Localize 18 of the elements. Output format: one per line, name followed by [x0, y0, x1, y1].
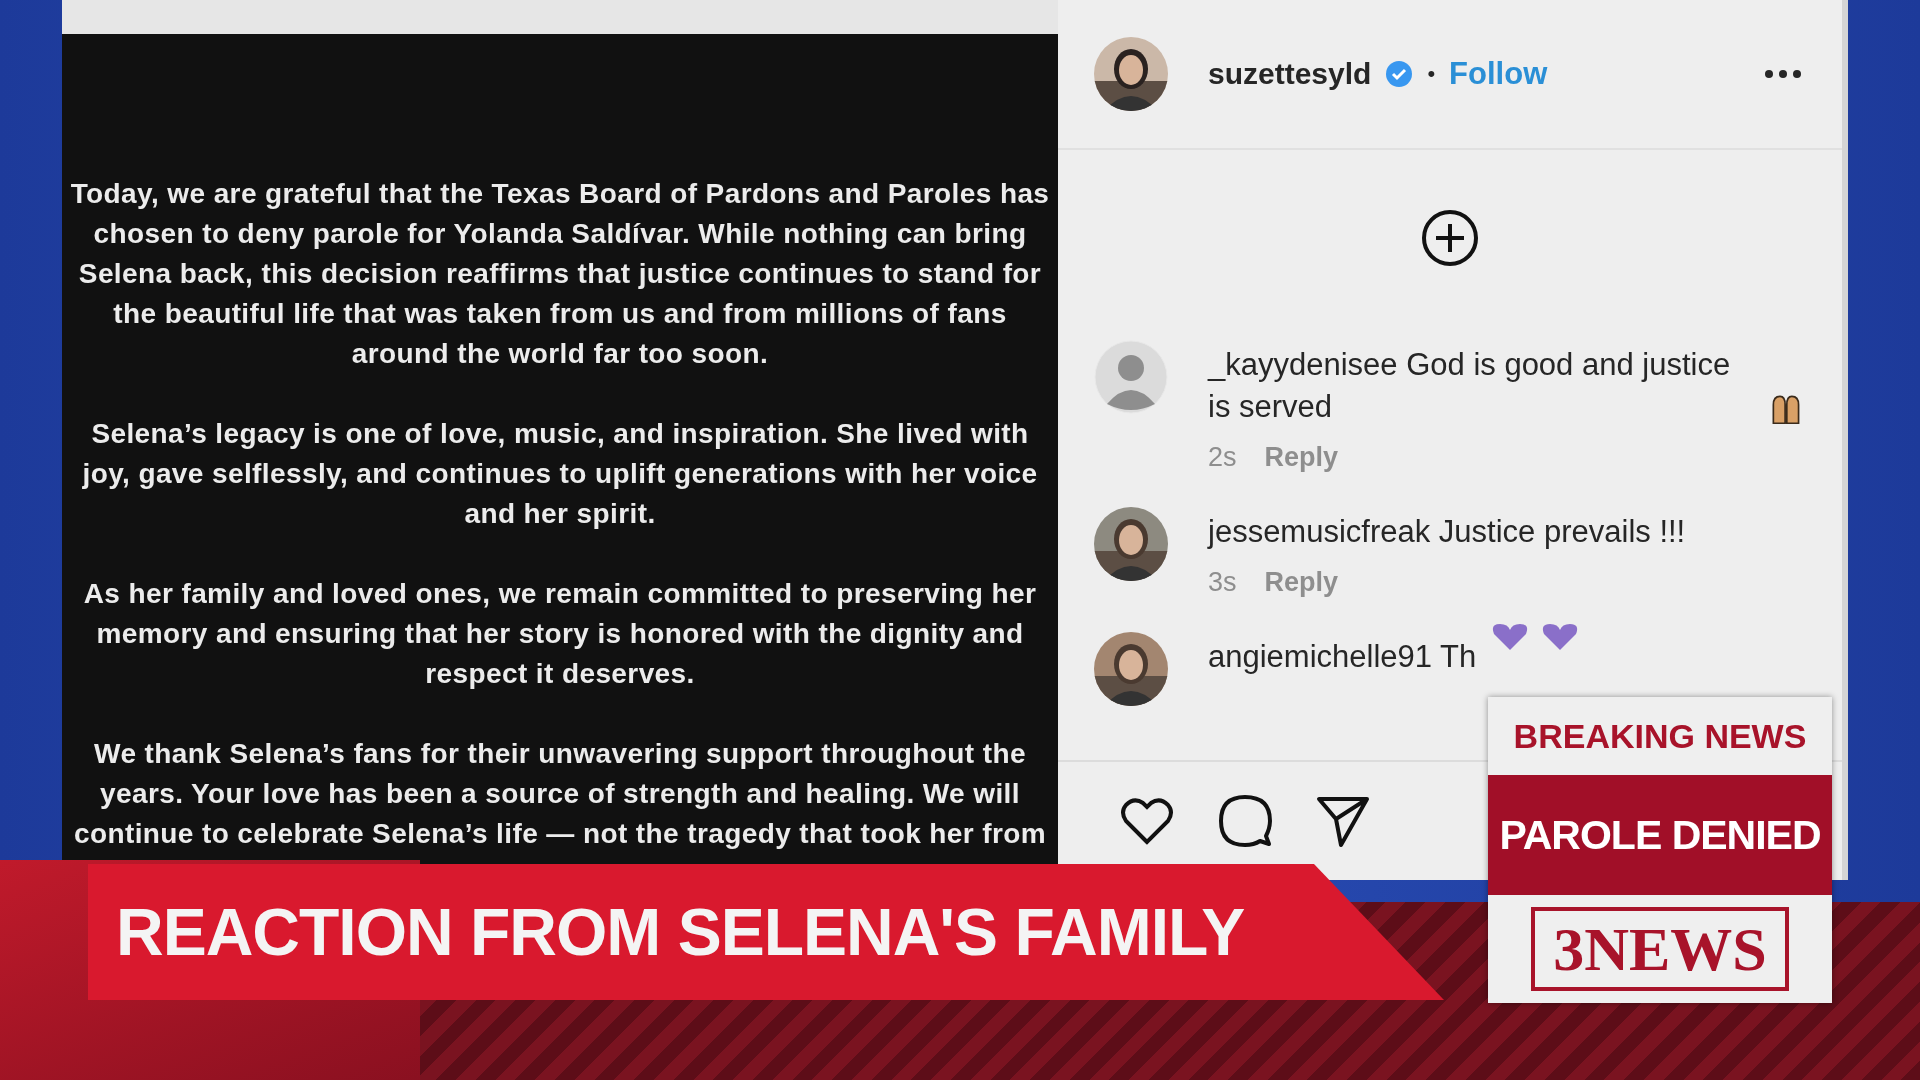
post-paragraph: We thank Selena’s fans for their unwavering support throughout the years. Your love has been a source of strength and healing. We will continue to celebrate Selena’s life — not the tragedy that took her from	[72, 737, 1048, 851]
breaking-headline: PAROLE DENIED	[1488, 775, 1832, 895]
username[interactable]: suzettesyld	[1208, 57, 1372, 91]
lower-third-headline: REACTION FROM SELENA'S FAMILY	[116, 894, 1245, 970]
comment-text: jessemusicfreak Justice prevails !!!	[1208, 513, 1686, 551]
breaking-news-label: BREAKING NEWS	[1512, 715, 1808, 757]
comment-time: 3s	[1208, 567, 1237, 598]
follow-link[interactable]: Follow	[1449, 56, 1548, 92]
separator-dot: •	[1427, 61, 1436, 87]
comment-text: _kayydenisee God is good and justice is served	[1208, 346, 1732, 426]
reply-link[interactable]: Reply	[1264, 442, 1339, 473]
post-paragraph: As her family and loved ones, we remain committed to preserving her memory and ensuring that her story is honored with the dignity and respect it deserves.	[82, 577, 1038, 691]
post-paragraph: Selena’s legacy is one of love, music, and inspiration. She lived with joy, gave selflessly, and continues to uplift generations with her voice and her spirit.	[81, 417, 1039, 531]
comment-time: 2s	[1208, 442, 1237, 473]
station-logo: 3NEWS	[1531, 907, 1789, 991]
comment-text: angiemichelle91 Th	[1208, 638, 1477, 676]
post-paragraph: Today, we are grateful that the Texas Board of Pardons and Paroles has chosen to deny parole for Yolanda Saldívar. While nothing can bring Selena back, this decision reaffirms that justice continues to stand for the beautiful life that was taken from us and from millions of fans around the world far too soon.	[69, 177, 1051, 371]
reply-link[interactable]: Reply	[1264, 567, 1339, 598]
